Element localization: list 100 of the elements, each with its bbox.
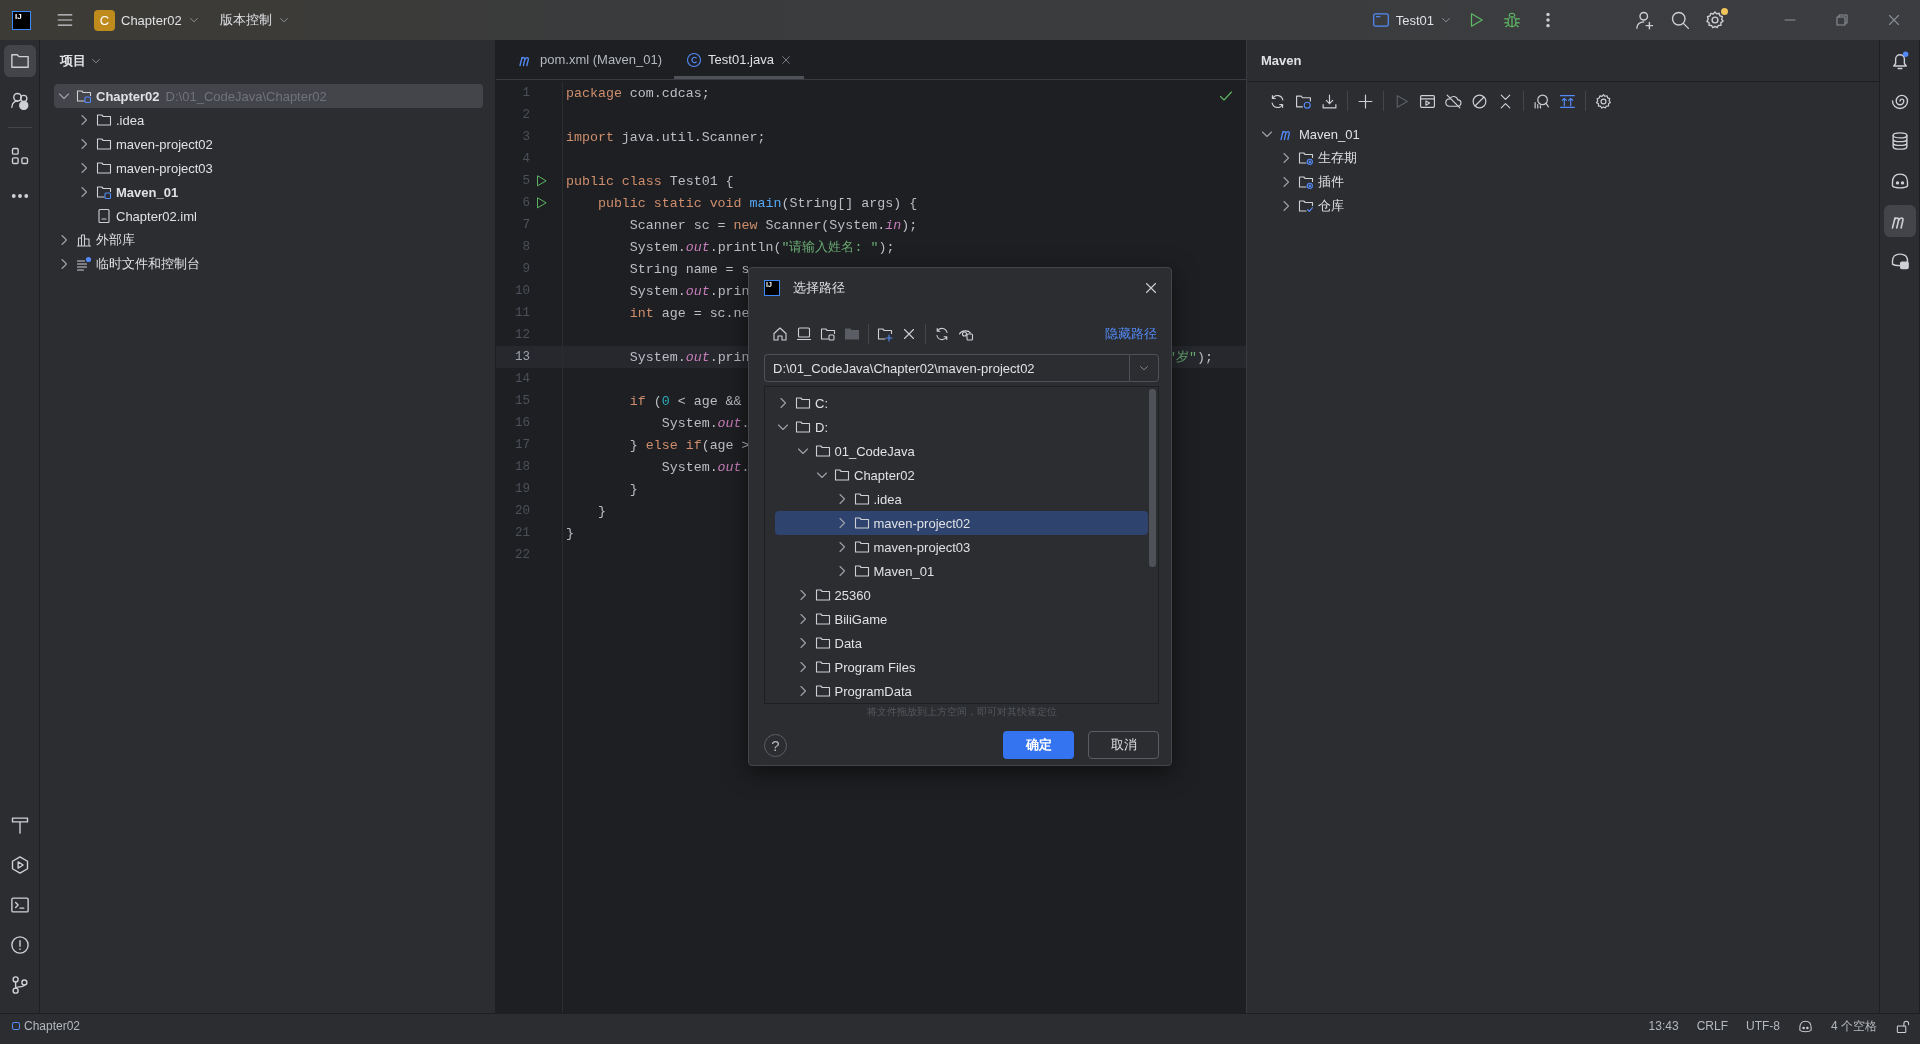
run-config-selector[interactable]: Test01 (1365, 7, 1458, 33)
terminal-icon[interactable] (9, 895, 30, 915)
folder-icon[interactable] (814, 611, 831, 627)
tree-item[interactable]: maven-project03 (775, 535, 1148, 559)
scrollbar-thumb[interactable] (1149, 389, 1156, 567)
home-icon[interactable] (772, 326, 788, 342)
folder-icon[interactable] (853, 563, 870, 579)
copilot-chat-icon[interactable] (1889, 251, 1910, 271)
folder-icon[interactable] (96, 160, 112, 176)
file-encoding[interactable]: UTF-8 (1746, 1019, 1780, 1033)
run-gutter-icon[interactable] (534, 174, 548, 188)
folder-icon[interactable] (814, 683, 831, 699)
tree-item[interactable]: D: (775, 415, 1148, 439)
module-folder-icon[interactable] (96, 184, 112, 200)
library-icon[interactable] (76, 232, 92, 248)
analyze-icon[interactable] (1533, 92, 1550, 110)
close-icon[interactable] (1143, 280, 1159, 296)
folder-tool-button[interactable] (3, 45, 36, 77)
bug-icon[interactable] (1503, 11, 1521, 29)
tree-item[interactable]: Maven_01 (1257, 122, 1869, 146)
hammer-icon[interactable] (9, 815, 30, 835)
settings-icon[interactable] (1595, 92, 1612, 110)
app-logo[interactable]: IJ (12, 10, 31, 30)
tree-item[interactable]: maven-project02 (775, 511, 1148, 535)
panel-title[interactable]: 项目 (60, 52, 86, 70)
tree-item[interactable]: 临时文件和控制台 (54, 252, 483, 276)
offline-cloud-icon[interactable] (1445, 92, 1462, 110)
desktop-icon[interactable] (796, 326, 812, 342)
folder-icon[interactable] (814, 635, 831, 651)
search-icon[interactable] (1670, 10, 1690, 30)
tree-item[interactable]: Maven_01 (54, 180, 483, 204)
add-user-icon[interactable] (1635, 10, 1655, 30)
tree-item[interactable]: Program Files (775, 655, 1148, 679)
warning-circle-icon[interactable] (9, 935, 30, 955)
tree-item[interactable]: Maven_01 (775, 559, 1148, 583)
tree-item[interactable]: maven-project03 (54, 156, 483, 180)
cancel-button[interactable]: 取消 (1088, 731, 1159, 759)
run-window-icon[interactable] (1419, 92, 1436, 110)
line-separator[interactable]: CRLF (1696, 1019, 1728, 1033)
tree-item[interactable]: 仓库 (1257, 194, 1869, 218)
database-icon[interactable] (1889, 131, 1910, 151)
m-tool-button[interactable] (1883, 205, 1916, 237)
tree-item[interactable]: ProgramData (775, 679, 1148, 703)
hide-path-link[interactable]: 隐藏路径 (1105, 325, 1157, 343)
path-field[interactable]: D:\01_CodeJava\Chapter02\maven-project02 (764, 354, 1129, 382)
folder-icon[interactable] (853, 515, 870, 531)
folder-icon[interactable] (814, 659, 831, 675)
tree-item[interactable]: 01_CodeJava (775, 439, 1148, 463)
refresh-icon[interactable] (934, 326, 950, 342)
tree-item[interactable]: BiliGame (775, 607, 1148, 631)
structure-icon[interactable] (9, 146, 30, 166)
breadcrumb[interactable]: Chapter02 (24, 1019, 81, 1033)
indent-setting[interactable]: 4 个空格 (1831, 1017, 1877, 1035)
tree-item[interactable]: 25360 (775, 583, 1148, 607)
tree-item[interactable]: Chapter02.iml (54, 204, 483, 228)
folder-icon[interactable] (814, 443, 831, 459)
gear-folder-icon[interactable] (1298, 150, 1314, 166)
module-folder-icon[interactable] (76, 88, 92, 104)
branch-icon[interactable] (9, 975, 30, 995)
tree-item[interactable]: Data (775, 631, 1148, 655)
lock-icon[interactable] (1895, 1018, 1910, 1034)
folder-icon[interactable] (795, 419, 811, 435)
menu-icon[interactable] (56, 11, 74, 29)
new-folder-icon[interactable] (877, 326, 893, 342)
tree-item[interactable]: maven-project02 (54, 132, 483, 156)
project-selector[interactable]: C Chapter02 (88, 5, 206, 35)
skip-tests-icon[interactable] (1471, 92, 1488, 110)
tree-item[interactable]: .idea (54, 108, 483, 132)
folder-icon[interactable] (795, 395, 811, 411)
tree-item[interactable]: 生存期 (1257, 146, 1869, 170)
tree-item[interactable]: .idea (775, 487, 1148, 511)
folder-icon[interactable] (96, 136, 112, 152)
editor-tab[interactable]: Test01.java (674, 40, 804, 79)
delete-icon[interactable] (901, 326, 917, 342)
ok-button[interactable]: 确定 (1003, 731, 1074, 759)
settings-icon[interactable] (1705, 10, 1725, 30)
folder-icon[interactable] (9, 51, 30, 71)
download-icon[interactable] (1321, 92, 1338, 110)
window-icon[interactable] (1371, 11, 1390, 29)
restore-icon[interactable] (1834, 12, 1850, 28)
show-dependencies-icon[interactable] (1559, 92, 1576, 110)
run-gutter-icon[interactable] (534, 196, 548, 210)
tree-item[interactable]: 插件 (1257, 170, 1869, 194)
folder-icon[interactable] (853, 539, 870, 555)
tree-item[interactable]: C: (775, 391, 1148, 415)
folder-icon[interactable] (96, 112, 112, 128)
tree-item[interactable]: Chapter02 (775, 463, 1148, 487)
copilot-icon[interactable] (1889, 171, 1910, 191)
folder-icon[interactable] (853, 491, 870, 507)
close-icon[interactable] (779, 53, 792, 66)
copilot-icon[interactable] (1798, 1018, 1813, 1034)
vcs-menu[interactable]: 版本控制 (213, 7, 296, 33)
file-icon[interactable] (96, 208, 112, 224)
folder-icon[interactable] (834, 467, 850, 483)
tree-item[interactable]: 外部库 (54, 228, 483, 252)
folder-icon[interactable] (814, 587, 831, 603)
caret-position[interactable]: 13:43 (1648, 1019, 1679, 1033)
plus-icon[interactable] (1357, 92, 1374, 110)
gear-folder-icon[interactable] (1298, 174, 1314, 190)
reload-icon[interactable] (1269, 92, 1286, 110)
